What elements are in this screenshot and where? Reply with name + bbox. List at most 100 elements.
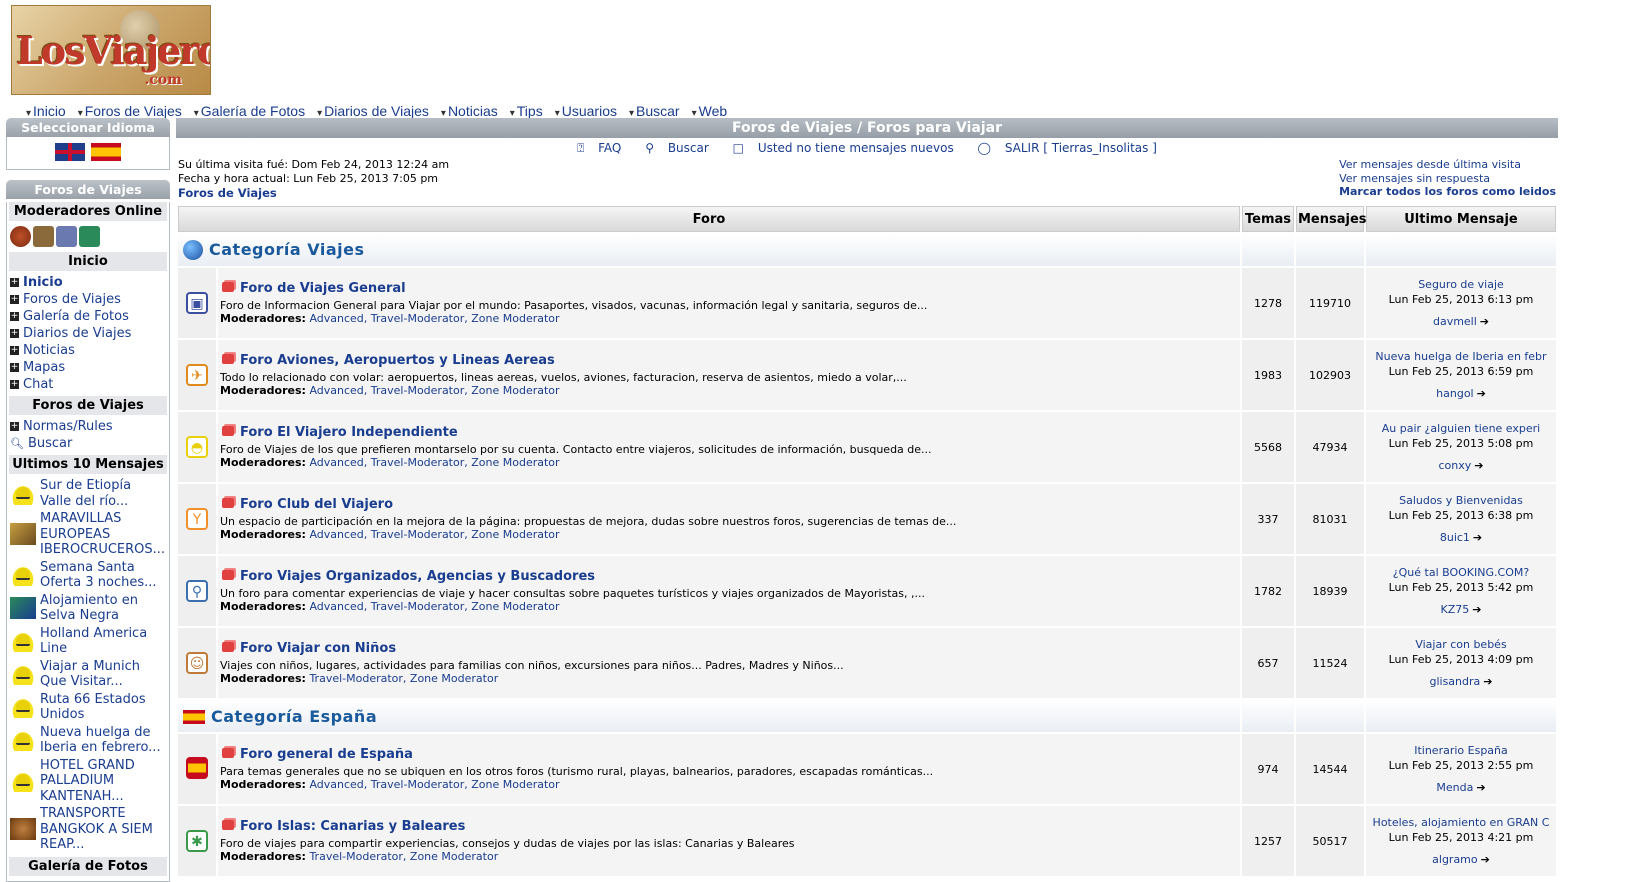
last-message-item[interactable]: Semana Santa Oferta 3 noches... bbox=[7, 559, 169, 592]
breadcrumb[interactable]: Foros de Viajes bbox=[178, 186, 449, 200]
sidebar-item-inicio-3[interactable]: + Diarios de Viajes bbox=[7, 325, 169, 342]
forum-title-link[interactable]: Foro Viajes Organizados, Agencias y Busc… bbox=[220, 569, 1238, 584]
moderator-links[interactable]: Advanced, Travel-Moderator, Zone Moderat… bbox=[309, 778, 559, 791]
forum-title-link[interactable]: Foro de Viajes General bbox=[220, 281, 1238, 296]
go-to-post-icon[interactable]: ➔ bbox=[1477, 387, 1486, 400]
nav-item-4[interactable]: Noticias bbox=[441, 103, 498, 119]
logout-link[interactable]: ◯ SALIR [ Tierras_Insolitas ] bbox=[973, 141, 1162, 155]
new-messages-link[interactable]: □ Usted no tiene mensajes nuevos bbox=[728, 141, 959, 155]
moderator-links[interactable]: Travel-Moderator, Zone Moderator bbox=[309, 850, 498, 863]
sidebar-item-inicio-1[interactable]: + Foros de Viajes bbox=[7, 291, 169, 308]
go-to-post-icon[interactable]: ➔ bbox=[1476, 781, 1485, 794]
moderator-avatar[interactable] bbox=[10, 226, 31, 247]
go-to-post-icon[interactable]: ➔ bbox=[1480, 315, 1489, 328]
category-cell[interactable]: Categoría Viajes bbox=[178, 234, 1240, 266]
last-post-user[interactable]: KZ75 bbox=[1441, 603, 1470, 616]
moderator-avatar[interactable] bbox=[79, 226, 100, 247]
mark-all-read-link[interactable]: Marcar todos los foros como leidos bbox=[1339, 185, 1556, 199]
last-message-item[interactable]: Alojamiento en Selva Negra bbox=[7, 592, 169, 625]
spain-flag-icon[interactable] bbox=[91, 143, 121, 161]
nav-item-7[interactable]: Buscar bbox=[629, 103, 680, 119]
sidebar-item-search[interactable]: 🔍︎ Buscar bbox=[7, 435, 169, 452]
nav-item-0[interactable]: Inicio bbox=[26, 103, 66, 119]
nav-item-8[interactable]: Web bbox=[692, 103, 728, 119]
search-link[interactable]: ⚲ Buscar bbox=[640, 141, 714, 155]
forum-title-link[interactable]: Foro Club del Viajero bbox=[220, 497, 1238, 512]
forum-title-link[interactable]: Foro Aviones, Aeropuertos y Lineas Aerea… bbox=[220, 353, 1238, 368]
forum-description: Un espacio de participación en la mejora… bbox=[220, 515, 957, 528]
last-post-title[interactable]: Hoteles, alojamiento en GRAN C bbox=[1367, 815, 1555, 830]
last-post-title[interactable]: Nueva huelga de Iberia en febr bbox=[1367, 349, 1555, 364]
forum-title-link[interactable]: Foro Viajar con Niños bbox=[220, 641, 1238, 656]
moderator-links[interactable]: Advanced, Travel-Moderator, Zone Moderat… bbox=[309, 456, 559, 469]
last-post-date: Lun Feb 25, 2013 5:08 pm bbox=[1388, 437, 1534, 450]
nav-item-6[interactable]: Usuarios bbox=[555, 103, 617, 119]
last-message-item[interactable]: Viajar a Munich Que Visitar... bbox=[7, 658, 169, 691]
forum-title-link[interactable]: Foro El Viajero Independiente bbox=[220, 425, 1238, 440]
moderator-links[interactable]: Advanced, Travel-Moderator, Zone Moderat… bbox=[309, 528, 559, 541]
topics-count: 974 bbox=[1242, 734, 1294, 804]
last-post-title[interactable]: ¿Qué tal BOOKING.COM? bbox=[1367, 565, 1555, 580]
posts-count: 102903 bbox=[1296, 340, 1364, 410]
category-cell[interactable]: Categoría España bbox=[178, 700, 1240, 732]
language-box bbox=[6, 137, 170, 170]
moderator-links[interactable]: Advanced, Travel-Moderator, Zone Moderat… bbox=[309, 600, 559, 613]
last-post-user[interactable]: davmell bbox=[1433, 315, 1477, 328]
sidebar-item-inicio-0[interactable]: + Inicio bbox=[7, 274, 169, 291]
posts-count: 14544 bbox=[1296, 734, 1364, 804]
nav-item-1[interactable]: Foros de Viajes bbox=[78, 103, 182, 119]
last-message-item[interactable]: Sur de Etiopía Valle del río... bbox=[7, 477, 169, 510]
forum-title-link[interactable]: Foro general de España bbox=[220, 747, 1238, 762]
last-message-item[interactable]: Nueva huelga de Iberia en febrero... bbox=[7, 724, 169, 757]
moderator-links[interactable]: Advanced, Travel-Moderator, Zone Moderat… bbox=[309, 312, 559, 325]
go-to-post-icon[interactable]: ➔ bbox=[1473, 531, 1482, 544]
foros-header: Foros de Viajes bbox=[6, 180, 170, 199]
last-post-user[interactable]: algramo bbox=[1432, 853, 1478, 866]
go-to-post-icon[interactable]: ➔ bbox=[1472, 603, 1481, 616]
forum-moderators: Moderadores: Advanced, Travel-Moderator,… bbox=[220, 528, 1238, 541]
last-post-user[interactable]: 8uic1 bbox=[1440, 531, 1470, 544]
last-message-title: Sur de Etiopía Valle del río... bbox=[40, 478, 132, 509]
faq-link[interactable]: ⍰ FAQ bbox=[572, 141, 626, 155]
last-message-item[interactable]: HOTEL GRAND PALLADIUM KANTENAH... bbox=[7, 757, 169, 806]
site-logo[interactable]: LosViajeros .com bbox=[11, 5, 211, 95]
sidebar-item-inicio-2[interactable]: + Galería de Fotos bbox=[7, 308, 169, 325]
last-message-item[interactable]: MARAVILLAS EUROPEAS IBEROCRUCEROS... bbox=[7, 510, 169, 559]
last-post-title[interactable]: Saludos y Bienvenidas bbox=[1367, 493, 1555, 508]
view-unanswered-link[interactable]: Ver mensajes sin respuesta bbox=[1339, 172, 1556, 186]
moderator-avatar[interactable] bbox=[56, 226, 77, 247]
go-to-post-icon[interactable]: ➔ bbox=[1481, 853, 1490, 866]
last-message-item[interactable]: Ruta 66 Estados Unidos bbox=[7, 691, 169, 724]
moderator-avatar[interactable] bbox=[33, 226, 54, 247]
last-post-title[interactable]: Viajar con bebés bbox=[1367, 637, 1555, 652]
nav-item-3[interactable]: Diarios de Viajes bbox=[317, 103, 429, 119]
sidebar-item-inicio-5[interactable]: + Mapas bbox=[7, 359, 169, 376]
go-to-post-icon[interactable]: ➔ bbox=[1483, 675, 1492, 688]
sidebar-item-inicio-6[interactable]: + Chat bbox=[7, 376, 169, 393]
sidebar-link-label: Diarios de Viajes bbox=[23, 326, 132, 341]
uk-flag-icon[interactable] bbox=[55, 143, 85, 161]
logo-text: LosViajeros bbox=[16, 28, 210, 73]
view-since-last-visit-link[interactable]: Ver mensajes desde última visita bbox=[1339, 158, 1556, 172]
nav-item-2[interactable]: Galería de Fotos bbox=[194, 103, 305, 119]
last-post-title[interactable]: Au pair ¿alguien tiene experi bbox=[1367, 421, 1555, 436]
last-post-user[interactable]: Menda bbox=[1436, 781, 1473, 794]
last-message-item[interactable]: TRANSPORTE BANGKOK A SIEM REAP... bbox=[7, 805, 169, 854]
last-post-user[interactable]: hangol bbox=[1436, 387, 1473, 400]
nav-item-5[interactable]: Tips bbox=[510, 103, 543, 119]
moderator-links[interactable]: Travel-Moderator, Zone Moderator bbox=[309, 672, 498, 685]
last-post-title[interactable]: Itinerario España bbox=[1367, 743, 1555, 758]
moderators-label: Moderadores: bbox=[220, 384, 306, 397]
last-post-user[interactable]: glisandra bbox=[1429, 675, 1480, 688]
sidebar-item-rules[interactable]: + Normas/Rules bbox=[7, 418, 169, 435]
last-post-title[interactable]: Seguro de viaje bbox=[1367, 277, 1555, 292]
go-to-post-icon[interactable]: ➔ bbox=[1474, 459, 1483, 472]
sidebar-item-inicio-4[interactable]: + Noticias bbox=[7, 342, 169, 359]
moderator-links[interactable]: Advanced, Travel-Moderator, Zone Moderat… bbox=[309, 384, 559, 397]
moderators-label: Moderadores: bbox=[220, 850, 306, 863]
last-post-user[interactable]: conxy bbox=[1439, 459, 1472, 472]
faq-label: FAQ bbox=[598, 141, 622, 155]
column-header-foro: Foro bbox=[178, 206, 1240, 232]
forum-title-link[interactable]: Foro Islas: Canarias y Baleares bbox=[220, 819, 1238, 834]
last-message-item[interactable]: Holland America Line bbox=[7, 625, 169, 658]
